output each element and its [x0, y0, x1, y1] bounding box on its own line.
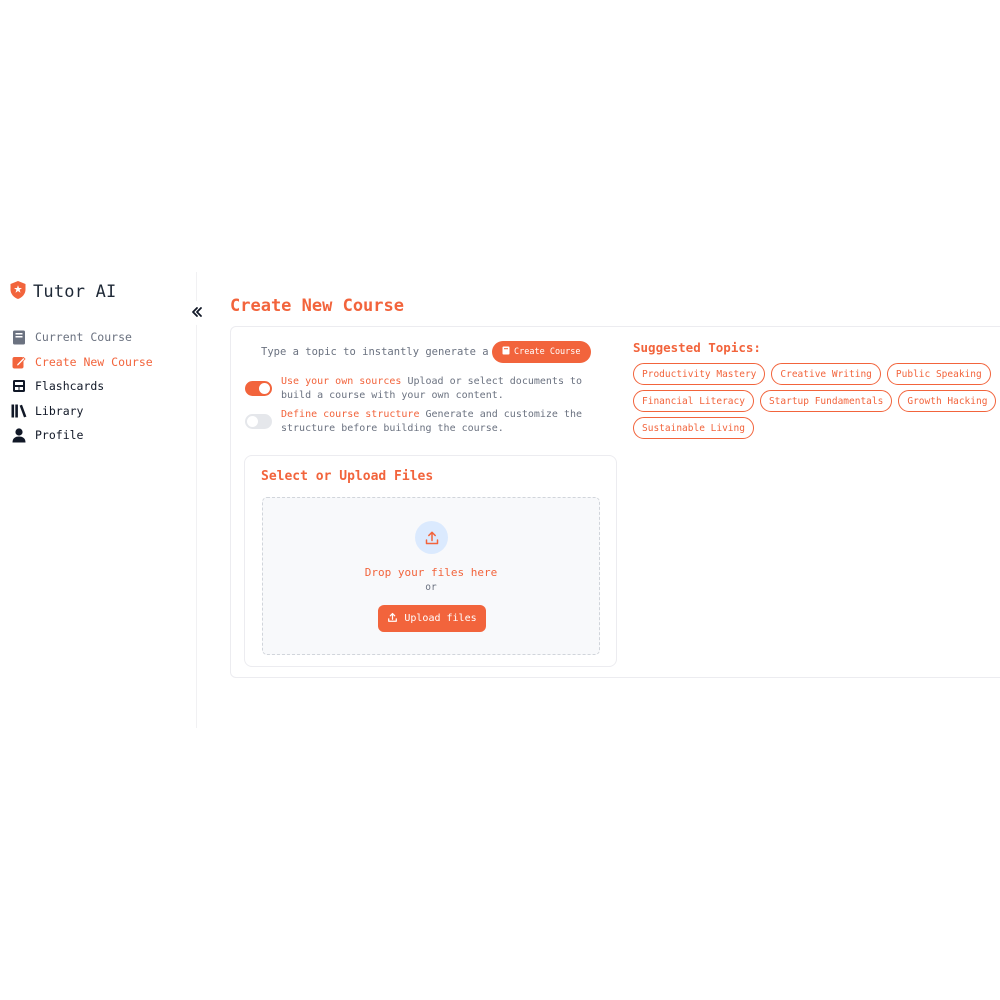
own-sources-option: Use your own sources Upload or select do…: [245, 375, 615, 403]
book-icon: [11, 329, 27, 345]
sidebar-item-label: Library: [35, 403, 84, 418]
topic-chip[interactable]: Productivity Mastery: [633, 363, 766, 385]
drop-files-text: Drop your files here: [364, 566, 498, 579]
course-structure-text: Define course structure Generate and cus…: [281, 408, 615, 436]
upload-icon: [415, 521, 448, 554]
user-icon: [11, 427, 27, 443]
upload-icon: [387, 612, 398, 626]
upload-files-label: Upload files: [404, 613, 477, 624]
app-root: Tutor AI Current Course Create New Cours: [0, 272, 1000, 728]
brand[interactable]: Tutor AI: [9, 280, 116, 304]
sidebar-item-current-course[interactable]: Current Course: [11, 325, 153, 350]
sidebar-item-create-new-course[interactable]: Create New Course: [11, 350, 153, 375]
topic-chip[interactable]: Financial Literacy: [633, 390, 754, 412]
course-structure-toggle[interactable]: [245, 414, 272, 429]
create-course-button[interactable]: Create Course: [492, 341, 591, 363]
upload-files-button[interactable]: Upload files: [378, 605, 486, 632]
topic-chip[interactable]: Startup Fundamentals: [759, 390, 893, 412]
sidebar-item-flashcards[interactable]: Flashcards: [11, 374, 153, 399]
edit-icon: [11, 354, 27, 370]
double-chevron-left-icon: [190, 304, 204, 323]
library-icon: [11, 403, 27, 419]
page-title: Create New Course: [230, 296, 404, 316]
own-sources-toggle[interactable]: [245, 381, 272, 396]
sidebar-item-label: Create New Course: [35, 354, 153, 369]
topic-chip[interactable]: Sustainable Living: [633, 417, 754, 439]
topic-chip[interactable]: Growth Hacking: [898, 390, 997, 412]
shield-logo-icon: [9, 280, 27, 304]
sidebar-item-label: Flashcards: [35, 379, 105, 394]
topic-chip[interactable]: Creative Writing: [771, 363, 881, 385]
course-structure-option: Define course structure Generate and cus…: [245, 408, 615, 436]
option-label: Define course structure: [281, 409, 420, 420]
sidebar-item-library[interactable]: Library: [11, 399, 153, 424]
toggle-knob: [247, 416, 258, 427]
flashcards-icon: [11, 378, 27, 394]
sidebar-item-label: Current Course: [35, 330, 132, 345]
or-separator-text: or: [425, 582, 437, 593]
sidebar: Tutor AI Current Course Create New Cours: [0, 272, 209, 728]
suggested-topics-title: Suggested Topics:: [633, 340, 761, 355]
option-label: Use your own sources: [281, 376, 402, 387]
own-sources-text: Use your own sources Upload or select do…: [281, 375, 615, 403]
topic-chip[interactable]: Public Speaking: [886, 363, 991, 385]
suggested-topics-list: Productivity Mastery Creative Writing Pu…: [633, 363, 1000, 439]
brand-name: Tutor AI: [33, 282, 117, 302]
sidebar-item-profile[interactable]: Profile: [11, 423, 153, 448]
sidebar-nav: Current Course Create New Course Flashca…: [11, 325, 153, 448]
upload-title: Select or Upload Files: [261, 469, 434, 484]
sidebar-item-label: Profile: [35, 428, 84, 443]
book-icon: [502, 346, 510, 358]
create-course-label: Create Course: [514, 347, 581, 357]
upload-panel: Select or Upload Files Drop your files h…: [244, 455, 617, 667]
toggle-knob: [259, 383, 270, 394]
file-dropzone[interactable]: Drop your files here or Upload files: [262, 497, 600, 655]
create-course-card: Create Course Use your own sources Uploa…: [230, 326, 1000, 678]
collapse-sidebar-button[interactable]: [185, 301, 209, 325]
